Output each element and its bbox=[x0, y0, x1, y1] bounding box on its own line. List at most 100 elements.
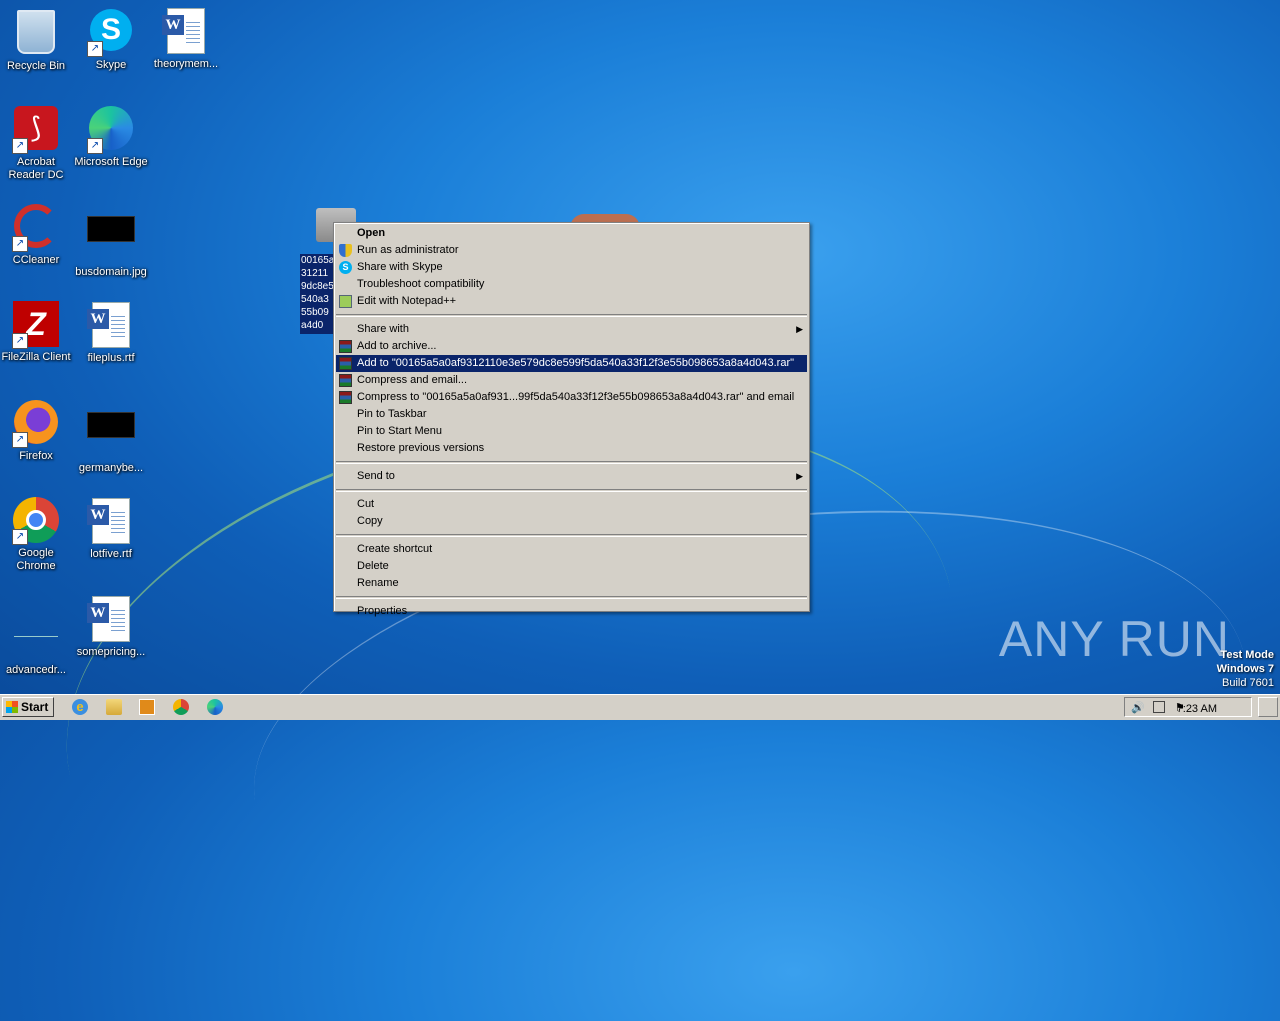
menu-item-edit-notepadpp[interactable]: Edit with Notepad++ bbox=[336, 293, 807, 310]
menu-item-label: Create shortcut bbox=[357, 543, 433, 555]
menu-item-share-skype[interactable]: S Share with Skype bbox=[336, 259, 807, 276]
menu-item-properties[interactable]: Properties bbox=[336, 603, 807, 620]
shortcut-arrow-icon: ↗ bbox=[12, 529, 28, 545]
submenu-arrow-icon: ▶ bbox=[796, 324, 803, 334]
desktop-icon-busdomain[interactable]: busdomain.jpg bbox=[73, 202, 149, 279]
desktop-icon-filezilla[interactable]: Z ↗ FileZilla Client bbox=[0, 300, 74, 364]
menu-item-pin-taskbar[interactable]: Pin to Taskbar bbox=[336, 406, 807, 423]
desktop-icon-somepricing[interactable]: W somepricing... bbox=[73, 594, 149, 659]
menu-item-label: Add to "00165a5a0af9312110e3e579dc8e599f… bbox=[357, 357, 795, 369]
menu-item-open[interactable]: Open bbox=[336, 225, 807, 242]
desktop-icon-skype[interactable]: S ↗ Skype bbox=[73, 6, 149, 72]
context-menu: Open Run as administrator S Share with Sk… bbox=[333, 222, 810, 617]
menu-item-send-to[interactable]: Send to ▶ bbox=[336, 468, 807, 485]
menu-item-copy[interactable]: Copy bbox=[336, 513, 807, 530]
menu-item-compress-email[interactable]: Compress and email... bbox=[336, 372, 807, 389]
desktop-icon-label: Acrobat Reader DC bbox=[8, 156, 64, 181]
shortcut-arrow-icon: ↗ bbox=[87, 41, 103, 57]
uac-shield-icon bbox=[339, 244, 352, 257]
desktop-icon-label: Google Chrome bbox=[16, 547, 56, 572]
word-document-icon: W bbox=[87, 498, 130, 544]
shortcut-arrow-icon: ↗ bbox=[12, 138, 28, 154]
test-mode-line: Build 7601 bbox=[1222, 677, 1274, 689]
desktop-icon-acrobat[interactable]: ⟆ ↗ Acrobat Reader DC bbox=[0, 104, 74, 182]
menu-item-label: Run as administrator bbox=[357, 244, 459, 256]
menu-item-restore-versions[interactable]: Restore previous versions bbox=[336, 440, 807, 457]
menu-item-label: Share with Skype bbox=[357, 261, 443, 273]
menu-item-delete[interactable]: Delete bbox=[336, 558, 807, 575]
desktop-icon-label: Firefox bbox=[19, 450, 53, 462]
menu-item-label: Cut bbox=[357, 498, 375, 510]
desktop-icon-firefox[interactable]: ↗ Firefox bbox=[0, 398, 74, 463]
menu-item-label: Restore previous versions bbox=[357, 442, 485, 454]
menu-item-label: Send to bbox=[357, 470, 395, 482]
recycle-bin-icon bbox=[17, 10, 55, 54]
menu-item-label: Compress and email... bbox=[357, 374, 468, 386]
chrome-icon[interactable] bbox=[173, 699, 189, 715]
media-player-icon[interactable] bbox=[139, 699, 155, 715]
shortcut-arrow-icon: ↗ bbox=[12, 236, 28, 252]
desktop-icon-recycle-bin[interactable]: Recycle Bin bbox=[0, 6, 74, 73]
menu-item-label: Delete bbox=[357, 560, 389, 572]
menu-separator bbox=[336, 534, 807, 537]
start-button[interactable]: Start bbox=[2, 697, 54, 717]
menu-item-run-as-admin[interactable]: Run as administrator bbox=[336, 242, 807, 259]
menu-separator bbox=[336, 461, 807, 464]
menu-separator bbox=[336, 489, 807, 492]
desktop-icon-ccleaner[interactable]: ↗ CCleaner bbox=[0, 202, 74, 267]
system-tray: 🔊 ⚑ 7:23 AM bbox=[1124, 697, 1252, 717]
menu-item-cut[interactable]: Cut bbox=[336, 496, 807, 513]
winrar-icon bbox=[339, 374, 352, 387]
test-mode-notice: Test Mode Windows 7 Build 7601 bbox=[1217, 648, 1274, 690]
volume-icon[interactable]: 🔊 bbox=[1131, 701, 1145, 714]
anyrun-watermark: ANY RUN bbox=[998, 611, 1230, 667]
menu-item-compress-to-rar-email[interactable]: Compress to "00165a5a0af931...99f5da540a… bbox=[336, 389, 807, 406]
word-document-icon: W bbox=[162, 8, 205, 54]
winrar-icon bbox=[339, 391, 352, 404]
menu-item-label: Rename bbox=[357, 577, 399, 589]
menu-separator bbox=[336, 314, 807, 317]
desktop-icon-germanybe[interactable]: germanybe... bbox=[73, 398, 149, 475]
internet-explorer-icon[interactable]: e bbox=[72, 699, 88, 715]
desktop-icon-edge[interactable]: ↗ Microsoft Edge bbox=[73, 104, 149, 169]
menu-separator bbox=[336, 596, 807, 599]
shortcut-arrow-icon: ↗ bbox=[12, 333, 28, 349]
desktop-icon-label: FileZilla Client bbox=[1, 351, 71, 363]
desktop-icon-chrome[interactable]: ↗ Google Chrome bbox=[0, 496, 74, 573]
network-icon[interactable] bbox=[1153, 701, 1165, 713]
menu-item-label: Open bbox=[357, 227, 386, 239]
skype-icon: S bbox=[339, 261, 352, 274]
menu-item-label: Edit with Notepad++ bbox=[357, 295, 457, 307]
desktop-icon-label: fileplus.rtf bbox=[87, 352, 135, 364]
taskbar: Start e 🔊 ⚑ 7:23 AM bbox=[0, 694, 1280, 720]
explorer-folder-icon[interactable] bbox=[106, 699, 122, 715]
menu-item-troubleshoot[interactable]: Troubleshoot compatibility bbox=[336, 276, 807, 293]
windows-logo-icon bbox=[6, 701, 18, 713]
menu-item-rename[interactable]: Rename bbox=[336, 575, 807, 592]
desktop-icon-label: lotfive.rtf bbox=[90, 548, 132, 560]
notepadpp-icon bbox=[339, 295, 352, 308]
desktop-icon-label: germanybe... bbox=[78, 462, 144, 474]
desktop-icon-label: somepricing... bbox=[76, 646, 146, 658]
clock[interactable]: 7:23 AM bbox=[1177, 703, 1217, 715]
menu-item-label: Troubleshoot compatibility bbox=[357, 278, 485, 290]
menu-item-label: Share with bbox=[357, 323, 409, 335]
menu-item-add-to-rar[interactable]: Add to "00165a5a0af9312110e3e579dc8e599f… bbox=[336, 355, 807, 372]
desktop-icon-label: Microsoft Edge bbox=[74, 156, 148, 168]
menu-item-create-shortcut[interactable]: Create shortcut bbox=[336, 541, 807, 558]
winrar-icon bbox=[339, 357, 352, 370]
word-document-icon: W bbox=[87, 596, 130, 642]
desktop-icon-advancedr[interactable]: advancedr... bbox=[0, 594, 74, 677]
edge-icon[interactable] bbox=[207, 699, 223, 715]
test-mode-line: Test Mode bbox=[1220, 649, 1274, 661]
desktop-icon-theorymem[interactable]: W theorymem... bbox=[148, 6, 224, 71]
desktop-icon-lotfive[interactable]: W lotfive.rtf bbox=[73, 496, 149, 561]
menu-item-add-archive[interactable]: Add to archive... bbox=[336, 338, 807, 355]
winrar-icon bbox=[339, 340, 352, 353]
menu-item-pin-start[interactable]: Pin to Start Menu bbox=[336, 423, 807, 440]
desktop-icon-fileplus[interactable]: W fileplus.rtf bbox=[73, 300, 149, 365]
desktop-icon-label: theorymem... bbox=[153, 58, 219, 70]
show-desktop-button[interactable] bbox=[1258, 697, 1278, 717]
menu-item-share-with[interactable]: Share with ▶ bbox=[336, 321, 807, 338]
menu-item-label: Compress to "00165a5a0af931...99f5da540a… bbox=[357, 391, 795, 403]
